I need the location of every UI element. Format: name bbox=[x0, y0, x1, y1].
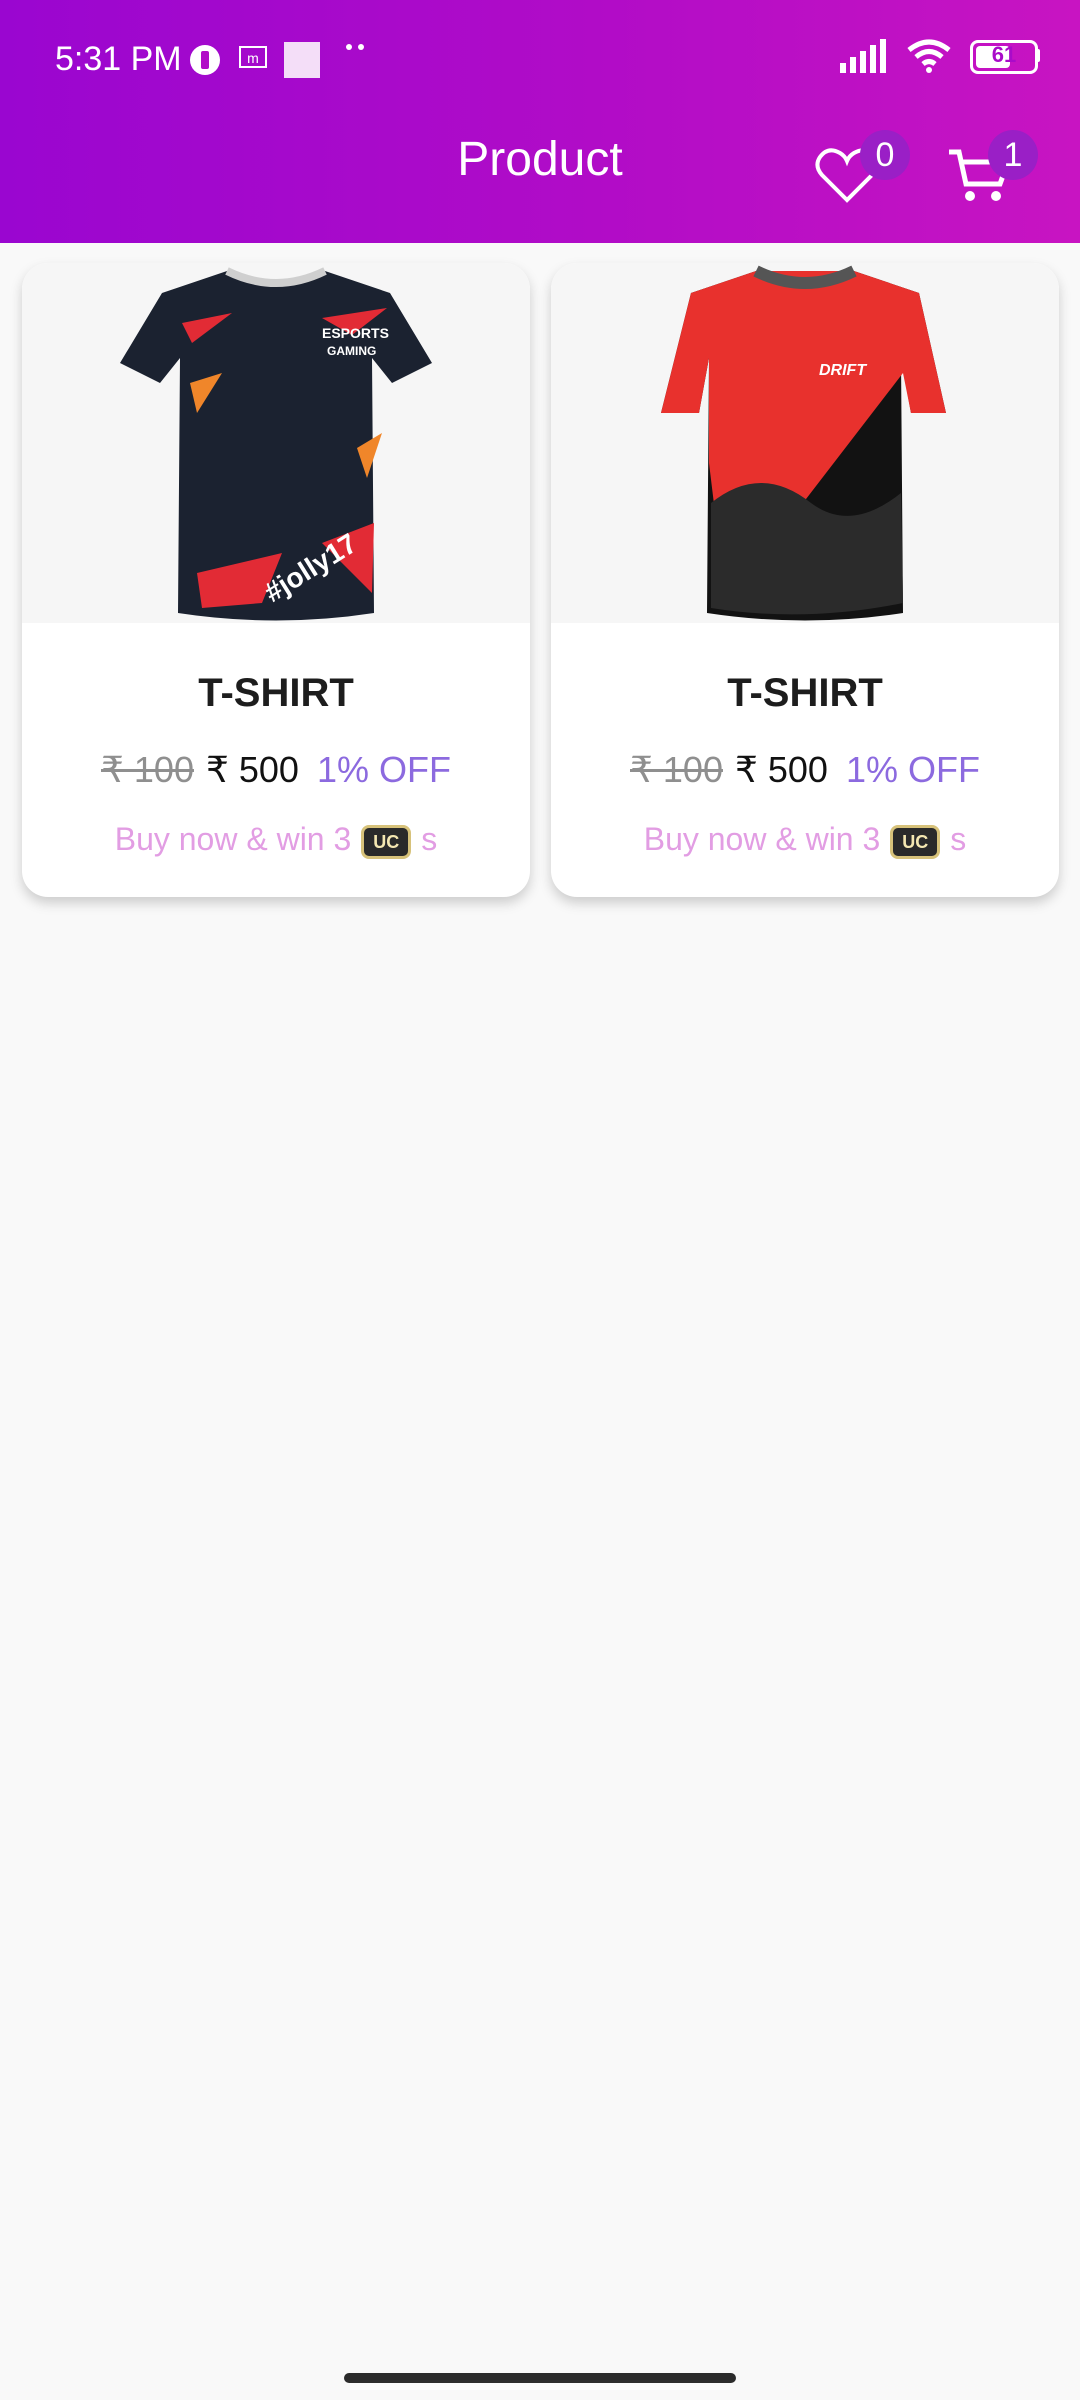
product-card-1[interactable]: ESPORTS GAMING #jolly17 T-SHIRT ₹ 100 ₹ 5… bbox=[22, 263, 530, 897]
status-right: 61 bbox=[840, 38, 1040, 74]
svg-text:ESPORTS: ESPORTS bbox=[322, 325, 389, 341]
product-image-1[interactable]: ESPORTS GAMING #jolly17 bbox=[22, 263, 530, 623]
signal-icon bbox=[840, 39, 886, 73]
status-bar: 5:31 PM m 61 bbox=[0, 0, 1080, 120]
promo-text-2: Buy now & win 3 UC s bbox=[551, 821, 1059, 859]
product-card-2[interactable]: DRIFT T-SHIRT ₹ 100 ₹ 500 1% OFF Buy now &… bbox=[551, 263, 1059, 897]
battery-icon: 61 bbox=[970, 40, 1040, 74]
sale-price-2: ₹ 500 bbox=[734, 749, 828, 790]
jersey-image-2: DRIFT bbox=[661, 265, 946, 621]
page-title: Product bbox=[457, 133, 623, 186]
uc-coin-icon-2: UC bbox=[890, 824, 941, 859]
wishlist-badge: 0 bbox=[860, 130, 910, 180]
home-indicator[interactable] bbox=[344, 2373, 736, 2383]
notification-icon bbox=[190, 45, 220, 75]
price-row-2: ₹ 100 ₹ 500 1% OFF bbox=[551, 749, 1059, 791]
product-title-1: T-SHIRT bbox=[198, 671, 354, 715]
svg-text:GAMING: GAMING bbox=[327, 344, 376, 358]
promo-text-1: Buy now & win 3 UC s bbox=[22, 821, 530, 859]
status-time: 5:31 PM bbox=[55, 40, 182, 78]
more-dots-icon bbox=[346, 44, 364, 50]
original-price-2: ₹ 100 bbox=[630, 749, 723, 790]
original-price-1: ₹ 100 bbox=[101, 749, 194, 790]
uc-coin-icon-1: UC bbox=[361, 824, 412, 859]
sale-price-1: ₹ 500 bbox=[205, 749, 299, 790]
price-row-1: ₹ 100 ₹ 500 1% OFF bbox=[22, 749, 530, 791]
product-title-2: T-SHIRT bbox=[727, 671, 883, 715]
svg-text:DRIFT: DRIFT bbox=[819, 362, 867, 379]
discount-label-1: 1% OFF bbox=[316, 749, 451, 790]
message-icon: m bbox=[239, 46, 267, 68]
jersey-image-1: ESPORTS GAMING #jolly17 bbox=[120, 267, 432, 621]
cart-badge: 1 bbox=[988, 130, 1038, 180]
promo-suffix-2: s bbox=[950, 821, 967, 857]
wifi-icon bbox=[907, 39, 951, 73]
promo-suffix-1: s bbox=[421, 821, 438, 857]
battery-level: 61 bbox=[991, 42, 1017, 67]
svg-text:m: m bbox=[247, 50, 259, 66]
promo-prefix-2: Buy now & win 3 bbox=[643, 821, 881, 857]
app-square-icon bbox=[284, 42, 320, 78]
product-image-2[interactable]: DRIFT bbox=[551, 263, 1059, 623]
discount-label-2: 1% OFF bbox=[845, 749, 980, 790]
promo-prefix-1: Buy now & win 3 bbox=[114, 821, 352, 857]
top-header: 5:31 PM m 61 Product 0 1 bbox=[0, 0, 1080, 243]
